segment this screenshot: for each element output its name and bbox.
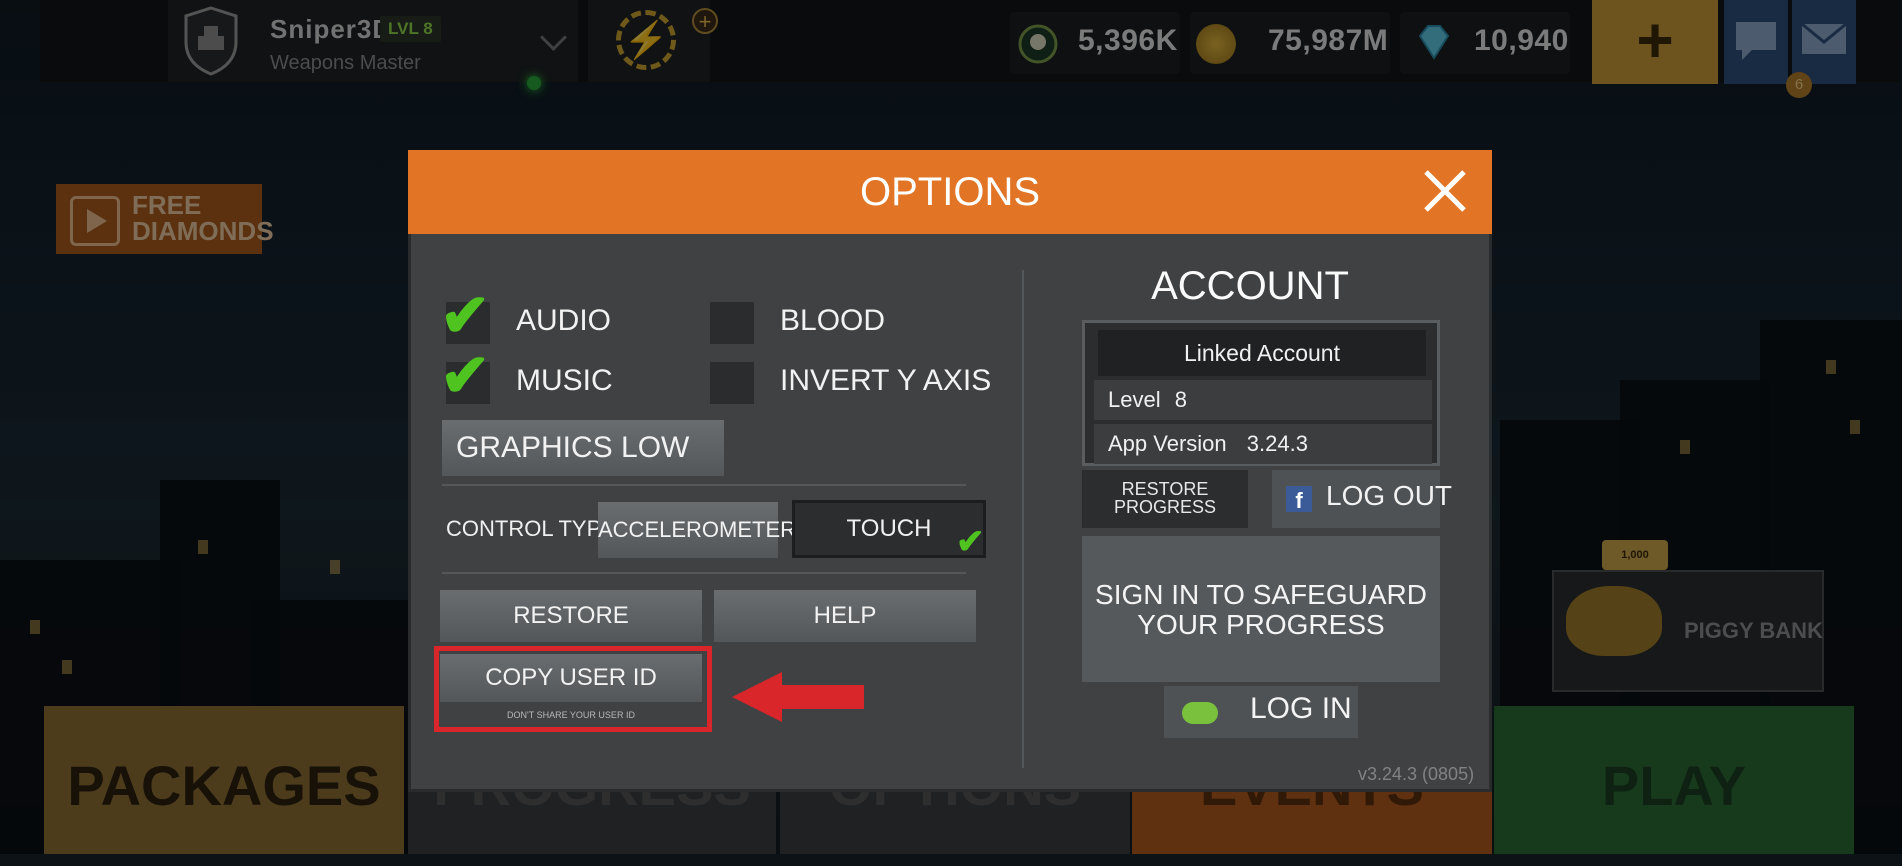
invert-y-checkbox[interactable] [710, 362, 754, 404]
app-version-row: App Version 3.24.3 [1094, 424, 1432, 464]
invert-y-label: INVERT Y AXIS [780, 364, 992, 397]
linked-account-label: Linked Account [1098, 330, 1426, 376]
logout-label: LOG OUT [1326, 480, 1453, 511]
restore-progress-label: RESTORE PROGRESS [1113, 479, 1217, 517]
audio-label: AUDIO [516, 304, 612, 337]
vertical-divider [1022, 270, 1024, 768]
level-value: 8 [1174, 387, 1187, 412]
gamepad-icon [1182, 702, 1218, 724]
level-label: Level [1108, 387, 1161, 412]
sign-in-safeguard-button[interactable]: SIGN IN TO SAFEGUARD YOUR PROGRESS [1082, 536, 1440, 682]
control-accelerometer-button[interactable]: ACCELEROMETER [598, 502, 796, 558]
audio-checkbox[interactable]: ✔ [440, 286, 490, 346]
app-version-label: App Version [1108, 431, 1227, 456]
highlight-box [434, 646, 712, 732]
music-label: MUSIC [516, 364, 613, 397]
red-arrow-icon [732, 672, 864, 722]
account-title: ACCOUNT [1151, 264, 1349, 308]
close-icon[interactable] [1422, 168, 1468, 214]
divider [442, 484, 966, 486]
music-checkbox[interactable]: ✔ [440, 346, 490, 406]
check-icon: ✔ [440, 282, 491, 349]
app-version-value: 3.24.3 [1246, 431, 1308, 456]
blood-label: BLOOD [780, 304, 886, 337]
modal-title: OPTIONS [859, 170, 1041, 214]
facebook-icon: f [1286, 486, 1312, 513]
account-level-row: Level 8 [1094, 380, 1432, 420]
selected-check-icon: ✔ [956, 523, 985, 561]
sign-in-line2: YOUR PROGRESS [1137, 609, 1385, 640]
divider [442, 572, 966, 574]
restore-progress-button[interactable]: RESTORE PROGRESS [1082, 470, 1248, 528]
blood-checkbox[interactable] [710, 302, 754, 344]
graphics-quality-button[interactable]: GRAPHICS LOW [442, 420, 724, 476]
restore-purchases-button[interactable]: RESTORE PURCHASES [440, 590, 702, 681]
check-icon: ✔ [440, 342, 491, 409]
sign-in-line1: SIGN IN TO SAFEGUARD [1095, 579, 1427, 610]
login-label: LOG IN [1250, 692, 1352, 725]
help-button[interactable]: HELP [714, 590, 976, 642]
version-label: v3.24.3 (0805) [1358, 764, 1475, 784]
control-type-label: CONTROL TYPE: [446, 516, 623, 541]
